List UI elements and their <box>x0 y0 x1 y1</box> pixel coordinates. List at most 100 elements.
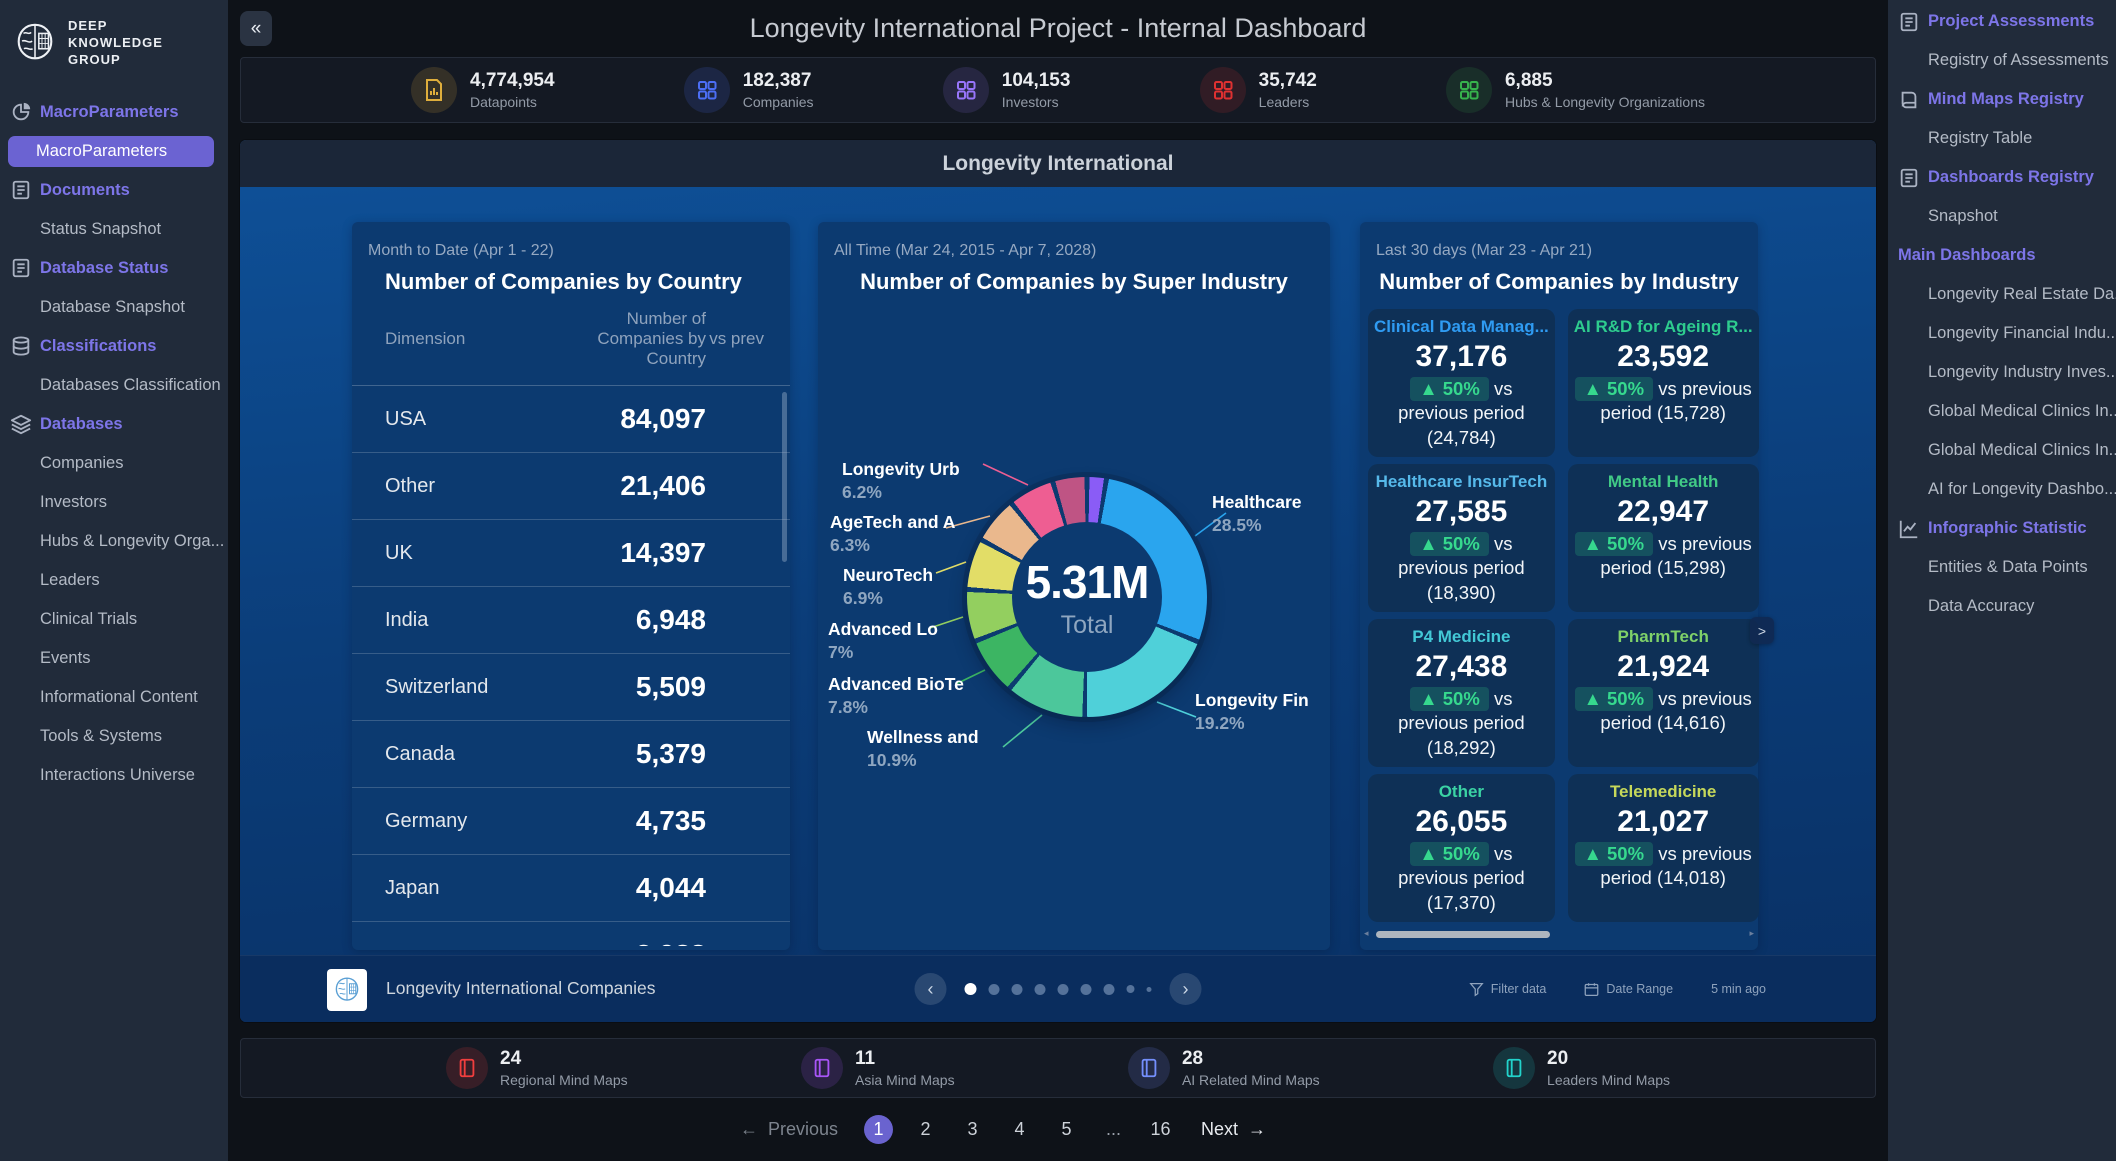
scroll-right-arrow[interactable]: ▸ <box>1749 928 1754 939</box>
sidebar-item[interactable]: AI for Longevity Dashbo... <box>1888 470 2116 509</box>
sidebar-item[interactable]: Registry of Assessments <box>1888 41 2116 80</box>
kpi-title: P4 Medicine <box>1374 627 1549 647</box>
table-row: Germany 4,735 <box>352 788 790 855</box>
donut-total-label: Total <box>1061 611 1114 640</box>
sidebar-item[interactable]: Database Status <box>0 249 228 288</box>
vertical-scrollbar[interactable] <box>782 392 787 562</box>
carousel-prev-button[interactable]: ‹ <box>915 973 947 1005</box>
page-number[interactable]: 16 <box>1146 1115 1175 1144</box>
stat-label: Investors <box>1002 94 1071 110</box>
mindmap-label: AI Related Mind Maps <box>1182 1072 1320 1088</box>
sidebar-item-label: Interactions Universe <box>40 766 195 785</box>
stat-icon <box>411 67 457 113</box>
sidebar-item[interactable]: Longevity Financial Indu... <box>1888 314 2116 353</box>
stat-item: 6,885 Hubs & Longevity Organizations <box>1446 67 1705 113</box>
sidebar-item[interactable]: Events <box>0 639 228 678</box>
mindmap-value: 28 <box>1182 1048 1320 1070</box>
page-number[interactable]: 4 <box>1005 1115 1034 1144</box>
page-number[interactable]: 2 <box>911 1115 940 1144</box>
sidebar-item-label: Hubs & Longevity Orga... <box>40 532 224 551</box>
collapse-sidebar-button[interactable]: « <box>240 11 272 46</box>
mindmap-icon <box>801 1047 843 1089</box>
country-name: USA <box>385 408 536 431</box>
sidebar-item-label: Longevity Industry Inves... <box>1928 363 2116 382</box>
next-page-button[interactable]: Next → <box>1201 1119 1266 1140</box>
sidebar-item-label: Longevity Financial Indu... <box>1928 324 2116 343</box>
sidebar-item[interactable]: Mind Maps Registry <box>1888 80 2116 119</box>
sidebar-item[interactable]: Entities & Data Points <box>1888 548 2116 587</box>
country-name: Other <box>385 475 536 498</box>
card-title: Number of Companies by Industry <box>1366 260 1752 295</box>
sidebar-item[interactable]: Dashboards Registry <box>1888 158 2116 197</box>
carousel-next-button[interactable]: › <box>1170 973 1202 1005</box>
sidebar-item[interactable]: Companies <box>0 444 228 483</box>
carousel-dot-active[interactable] <box>965 983 977 995</box>
scroll-left-arrow[interactable]: ◂ <box>1364 928 1369 939</box>
sidebar-item[interactable]: Documents <box>0 171 228 210</box>
sidebar-item[interactable]: Investors <box>0 483 228 522</box>
card-title: Number of Companies by Super Industry <box>818 260 1330 295</box>
country-name: Switzerland <box>385 676 536 699</box>
cards-next-button[interactable]: > <box>1750 617 1774 644</box>
mindmap-stat: 11 Asia Mind Maps <box>801 1047 955 1089</box>
sidebar-item[interactable]: Project Assessments <box>1888 2 2116 41</box>
carousel-dot[interactable] <box>1012 984 1023 995</box>
sidebar-item[interactable]: MacroParameters <box>8 136 214 167</box>
sidebar-item[interactable]: Informational Content <box>0 678 228 717</box>
sidebar-item[interactable]: Databases <box>0 405 228 444</box>
sidebar-item-label: Dashboards Registry <box>1928 168 2094 187</box>
date-range-button[interactable]: Date Range <box>1584 982 1673 997</box>
carousel-dot[interactable] <box>989 984 1000 995</box>
sidebar-item[interactable]: Infographic Statistic <box>1888 509 2116 548</box>
sidebar-item[interactable]: Classifications <box>0 327 228 366</box>
right-sidebar: Project Assessments Registry of Assessme… <box>1888 0 2116 1161</box>
sidebar-item[interactable]: Longevity Real Estate Da... <box>1888 275 2116 314</box>
carousel-dot[interactable] <box>1081 984 1092 995</box>
sidebar-item[interactable]: Global Medical Clinics In... <box>1888 431 2116 470</box>
sidebar-item[interactable]: Tools & Systems <box>0 717 228 756</box>
sidebar-item[interactable]: Global Medical Clinics In... <box>1888 392 2116 431</box>
filter-data-button[interactable]: Filter data <box>1469 982 1547 997</box>
scrollbar-thumb[interactable] <box>1376 931 1550 938</box>
carousel-dot[interactable] <box>1035 984 1046 995</box>
sidebar-item[interactable]: Registry Table <box>1888 119 2116 158</box>
sidebar-item-label: Tools & Systems <box>40 727 162 746</box>
sidebar-item-label: Longevity Real Estate Da... <box>1928 285 2116 304</box>
page-number[interactable]: 5 <box>1052 1115 1081 1144</box>
previous-value: (24,784) <box>1427 427 1496 448</box>
sidebar-item[interactable]: Main Dashboards <box>1888 236 2116 275</box>
sidebar-item[interactable]: Database Snapshot <box>0 288 228 327</box>
sidebar-item[interactable]: MacroParameters <box>0 93 228 132</box>
sidebar-item[interactable]: Databases Classification <box>0 366 228 405</box>
last-updated: 5 min ago <box>1711 982 1766 996</box>
page-number[interactable]: ... <box>1099 1115 1128 1144</box>
page-number[interactable]: 3 <box>958 1115 987 1144</box>
donut-chart: 5.31M Total <box>967 477 1207 717</box>
sidebar-item[interactable]: Snapshot <box>1888 197 2116 236</box>
previous-page-button[interactable]: ← Previous <box>740 1119 838 1140</box>
page-number[interactable]: 1 <box>864 1115 893 1144</box>
carousel-dot[interactable] <box>1058 984 1069 995</box>
left-arrow-icon: ← <box>740 1119 758 1140</box>
pagination: ← Previous 1 2 3 4 5 ... 16 <box>185 1098 1821 1161</box>
sidebar-item[interactable]: Clinical Trials <box>0 600 228 639</box>
sidebar-item-icon <box>1898 11 1920 33</box>
sidebar-item[interactable]: Longevity Industry Inves... <box>1888 353 2116 392</box>
sidebar-item[interactable]: Status Snapshot <box>0 210 228 249</box>
sidebar-item[interactable]: Data Accuracy <box>1888 587 2116 626</box>
sidebar-item[interactable]: Hubs & Longevity Orga... <box>0 522 228 561</box>
sidebar-item[interactable]: Leaders <box>0 561 228 600</box>
horizontal-scrollbar[interactable]: ◂ ▸ <box>1366 931 1752 939</box>
sidebar-item[interactable]: Interactions Universe <box>0 756 228 795</box>
sidebar-item-label: Companies <box>40 454 123 473</box>
carousel-dot[interactable] <box>1147 987 1152 992</box>
delta-badge: ▲ 50% <box>1575 687 1653 711</box>
kpi-title: Clinical Data Manag... <box>1374 317 1549 337</box>
country-value: 4,735 <box>536 805 706 837</box>
sidebar-item-label: Snapshot <box>1928 207 1998 226</box>
carousel-dot[interactable] <box>1104 984 1115 995</box>
dashboard-panel: Longevity International Month to Date (A… <box>240 140 1876 1022</box>
carousel-dot[interactable] <box>1127 985 1135 993</box>
carousel-dots <box>965 983 1152 995</box>
delta-badge: ▲ 50% <box>1410 532 1488 556</box>
